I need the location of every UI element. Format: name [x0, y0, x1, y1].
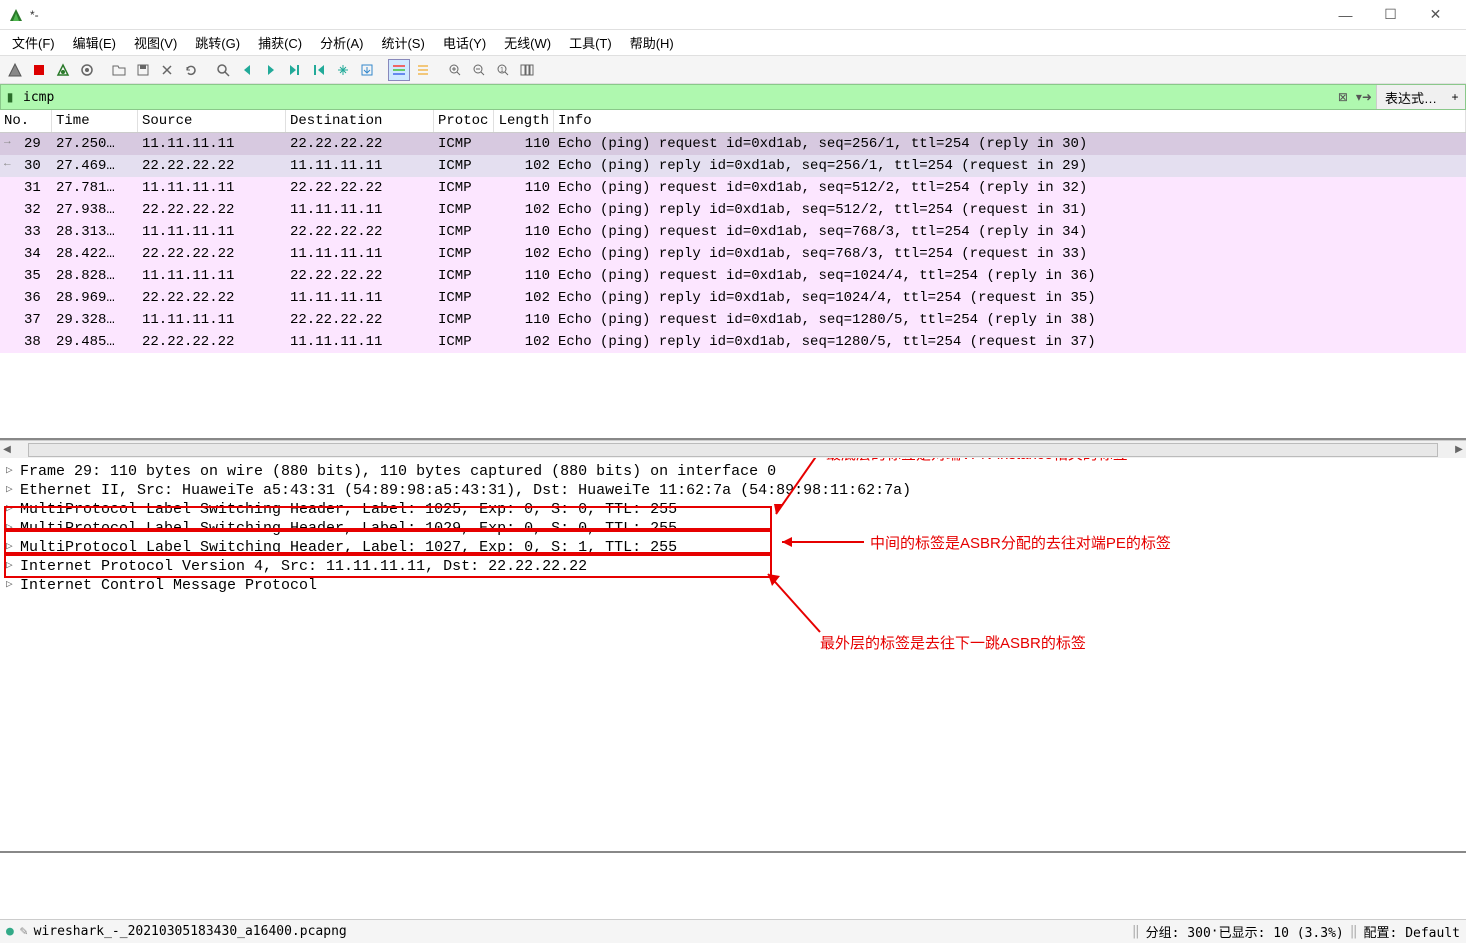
titlebar: *- — ☐ ✕ — [0, 0, 1466, 30]
detail-mpls-1[interactable]: ▷MultiProtocol Label Switching Header, L… — [0, 500, 1466, 519]
col-time[interactable]: Time — [52, 110, 138, 132]
display-filter-input[interactable] — [19, 88, 1334, 107]
maximize-button[interactable]: ☐ — [1368, 1, 1413, 29]
status-ready-icon: ● — [6, 924, 14, 939]
next-icon[interactable] — [260, 59, 282, 81]
last-icon[interactable] — [332, 59, 354, 81]
detail-mpls-2[interactable]: ▷MultiProtocol Label Switching Header, L… — [0, 519, 1466, 538]
first-icon[interactable] — [308, 59, 330, 81]
col-info[interactable]: Info — [554, 110, 1466, 132]
save-icon[interactable] — [132, 59, 154, 81]
packet-row[interactable]: 3127.781…11.11.11.1122.22.22.22ICMP110Ec… — [0, 177, 1466, 199]
close-button[interactable]: ✕ — [1413, 1, 1458, 29]
toolbar: 1 — [0, 56, 1466, 84]
detail-ip[interactable]: ▷Internet Protocol Version 4, Src: 11.11… — [0, 557, 1466, 576]
annotation-text-1: 最底层的标签是对端VPN-instance相关的标签 — [826, 458, 1128, 464]
packet-row[interactable]: 3528.828…11.11.11.1122.22.22.22ICMP110Ec… — [0, 265, 1466, 287]
minimize-button[interactable]: — — [1323, 1, 1368, 29]
reload-icon[interactable] — [180, 59, 202, 81]
detail-frame[interactable]: ▷Frame 29: 110 bytes on wire (880 bits),… — [0, 462, 1466, 481]
zoom-in-icon[interactable] — [444, 59, 466, 81]
menu-help[interactable]: 帮助(H) — [622, 30, 682, 55]
menu-view[interactable]: 视图(V) — [126, 30, 185, 55]
zoom-out-icon[interactable] — [468, 59, 490, 81]
options-icon[interactable] — [76, 59, 98, 81]
status-displayed: 已显示: 10 (3.3%) — [1219, 922, 1344, 941]
window-title: *- — [30, 8, 1323, 22]
packet-row[interactable]: 3829.485…22.22.22.2211.11.11.11ICMP102Ec… — [0, 331, 1466, 353]
stop-capture-icon[interactable] — [28, 59, 50, 81]
packet-list-header: No. Time Source Destination Protoc Lengt… — [0, 110, 1466, 133]
start-capture-icon[interactable] — [4, 59, 26, 81]
packet-list-hscroll[interactable]: ◀▶ — [0, 440, 1466, 458]
close-file-icon[interactable] — [156, 59, 178, 81]
col-no[interactable]: No. — [0, 110, 52, 132]
list-icon[interactable] — [412, 59, 434, 81]
detail-ethernet[interactable]: ▷Ethernet II, Src: HuaweiTe a5:43:31 (54… — [0, 481, 1466, 500]
autoscroll-icon[interactable] — [356, 59, 378, 81]
menu-tools[interactable]: 工具(T) — [561, 30, 620, 55]
col-protocol[interactable]: Protoc — [434, 110, 494, 132]
colorize-icon[interactable] — [388, 59, 410, 81]
bookmark-icon[interactable]: ▮ — [1, 90, 19, 104]
status-packets: 分组: 300 — [1146, 922, 1211, 941]
col-destination[interactable]: Destination — [286, 110, 434, 132]
menu-capture[interactable]: 捕获(C) — [250, 30, 310, 55]
filter-bar: ▮ ⊠ ▾➜ 表达式… + — [0, 84, 1466, 110]
resize-cols-icon[interactable] — [516, 59, 538, 81]
annotation-text-3: 最外层的标签是去往下一跳ASBR的标签 — [820, 632, 1086, 653]
detail-mpls-3[interactable]: ▷MultiProtocol Label Switching Header, L… — [0, 538, 1466, 557]
packet-bytes[interactable] — [0, 851, 1466, 891]
menu-file[interactable]: 文件(F) — [4, 30, 63, 55]
col-length[interactable]: Length — [494, 110, 554, 132]
svg-text:1: 1 — [500, 67, 504, 74]
packet-row[interactable]: 3227.938…22.22.22.2211.11.11.11ICMP102Ec… — [0, 199, 1466, 221]
menu-wireless[interactable]: 无线(W) — [496, 30, 559, 55]
app-icon — [8, 7, 24, 23]
packet-row[interactable]: ←3027.469…22.22.22.2211.11.11.11ICMP102E… — [0, 155, 1466, 177]
annotation-arrow-3 — [760, 570, 830, 640]
menu-analyze[interactable]: 分析(A) — [312, 30, 371, 55]
expression-button[interactable]: 表达式… — [1376, 85, 1445, 109]
status-profile[interactable]: 配置: Default — [1364, 922, 1460, 941]
annotation-arrow-1 — [772, 458, 832, 518]
status-file: wireshark_-_20210305183430_a16400.pcapng — [34, 924, 347, 939]
status-dot: · — [1211, 924, 1219, 939]
statusbar: ● ✎ wireshark_-_20210305183430_a16400.pc… — [0, 919, 1466, 943]
annotation-text-2: 中间的标签是ASBR分配的去往对端PE的标签 — [870, 532, 1171, 553]
prev-icon[interactable] — [236, 59, 258, 81]
open-file-icon[interactable] — [108, 59, 130, 81]
col-source[interactable]: Source — [138, 110, 286, 132]
clear-filter-icon[interactable]: ⊠ — [1334, 90, 1352, 104]
packet-row[interactable]: →2927.250…11.11.11.1122.22.22.22ICMP110E… — [0, 133, 1466, 155]
menu-telephony[interactable]: 电话(Y) — [435, 30, 494, 55]
packet-row[interactable]: 3729.328…11.11.11.1122.22.22.22ICMP110Ec… — [0, 309, 1466, 331]
jump-icon[interactable] — [284, 59, 306, 81]
add-filter-button[interactable]: + — [1445, 85, 1465, 109]
apply-filter-icon[interactable]: ▾➜ — [1352, 90, 1376, 104]
status-expert-icon[interactable]: ✎ — [20, 924, 28, 939]
restart-capture-icon[interactable] — [52, 59, 74, 81]
menu-go[interactable]: 跳转(G) — [187, 30, 248, 55]
packet-row[interactable]: 3428.422…22.22.22.2211.11.11.11ICMP102Ec… — [0, 243, 1466, 265]
detail-icmp[interactable]: ▷Internet Control Message Protocol — [0, 576, 1466, 595]
packet-details[interactable]: ▷Frame 29: 110 bytes on wire (880 bits),… — [0, 458, 1466, 851]
annotation-arrow-2 — [776, 532, 866, 552]
menubar: 文件(F) 编辑(E) 视图(V) 跳转(G) 捕获(C) 分析(A) 统计(S… — [0, 30, 1466, 56]
packet-row[interactable]: 3628.969…22.22.22.2211.11.11.11ICMP102Ec… — [0, 287, 1466, 309]
zoom-reset-icon[interactable]: 1 — [492, 59, 514, 81]
menu-stats[interactable]: 统计(S) — [373, 30, 432, 55]
packet-row[interactable]: 3328.313…11.11.11.1122.22.22.22ICMP110Ec… — [0, 221, 1466, 243]
menu-edit[interactable]: 编辑(E) — [65, 30, 124, 55]
find-icon[interactable] — [212, 59, 234, 81]
packet-list[interactable]: No. Time Source Destination Protoc Lengt… — [0, 110, 1466, 440]
